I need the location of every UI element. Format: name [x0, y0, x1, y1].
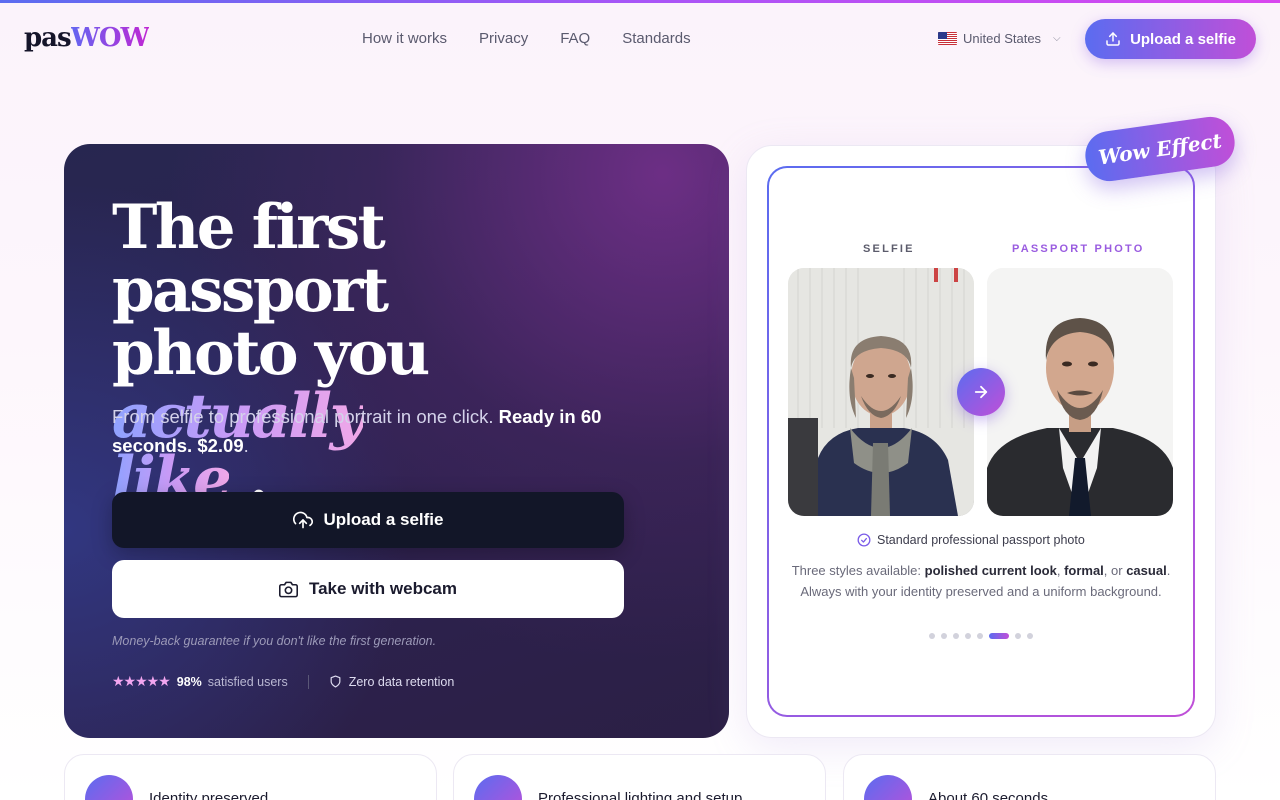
standard-label-row: Standard professional passport photo — [857, 533, 1085, 547]
styles-description: Three styles available: polished current… — [790, 560, 1172, 602]
trust-row: ★★★★★ 98% satisfied users Zero data rete… — [112, 673, 454, 690]
carousel-dot[interactable] — [977, 633, 983, 639]
carousel-dot[interactable] — [1027, 633, 1033, 639]
divider — [307, 674, 309, 689]
us-flag-icon — [938, 32, 957, 45]
carousel-dot[interactable] — [965, 633, 971, 639]
carousel-dots — [929, 633, 1033, 639]
logo[interactable]: pasWOW — [24, 23, 150, 53]
camera-icon — [278, 581, 298, 597]
shield-icon — [329, 675, 342, 688]
nav-standards[interactable]: Standards — [622, 30, 690, 47]
header-upload-label: Upload a selfie — [1130, 30, 1236, 48]
carousel-dot[interactable] — [989, 633, 1009, 639]
arrow-right-icon — [974, 385, 988, 399]
nav-how-it-works[interactable]: How it works — [362, 30, 447, 47]
feature-label-speed: About 60 seconds — [928, 790, 1049, 800]
webcam-button[interactable]: Take with webcam — [112, 560, 624, 618]
desc-part: Three styles available: — [791, 563, 925, 578]
passport-photo-label: PASSPORT PHOTO — [1012, 243, 1145, 255]
hero-title-line2: photo you — [112, 318, 430, 389]
nav-faq[interactable]: FAQ — [560, 30, 590, 47]
desc-style-formal: formal — [1064, 563, 1104, 578]
hero-subtitle-text: From selfie to professional portrait in … — [112, 406, 499, 427]
feature-card-identity: Identity preserved — [64, 754, 437, 800]
zero-retention-label: Zero data retention — [348, 674, 455, 689]
logo-text-pas: pas — [24, 23, 72, 53]
header-upload-button[interactable]: Upload a selfie — [1085, 19, 1256, 59]
carousel-dot[interactable] — [1015, 633, 1021, 639]
desc-part: , or — [1103, 563, 1127, 578]
selfie-illustration — [788, 268, 974, 516]
satisfied-label: satisfied users — [207, 674, 288, 689]
site-header: pasWOW How it works Privacy FAQ Standard… — [0, 3, 1280, 75]
logo-text-wow: WOW — [70, 23, 150, 53]
nav-privacy[interactable]: Privacy — [479, 30, 528, 47]
hero-title: The first passport photo you actually li… — [112, 196, 672, 511]
feature-card-lighting: Professional lighting and setup — [453, 754, 826, 800]
feature-label-lighting: Professional lighting and setup — [538, 790, 743, 800]
passport-illustration — [987, 268, 1173, 516]
lightning-icon — [864, 775, 912, 800]
rating-stars-icon: ★★★★★ — [112, 673, 171, 689]
selfie-label: SELFIE — [863, 243, 915, 255]
carousel-dot[interactable] — [929, 633, 935, 639]
upload-icon — [1106, 32, 1120, 46]
feature-card-speed: About 60 seconds — [843, 754, 1216, 800]
webcam-label: Take with webcam — [308, 579, 457, 598]
guarantee-text: Money-back guarantee if you don't like t… — [112, 634, 437, 648]
chevron-down-icon: ⌵ — [1053, 33, 1061, 44]
hero-upload-label: Upload a selfie — [323, 510, 444, 529]
desc-part: , — [1056, 563, 1065, 578]
hero-card: The first passport photo you actually li… — [64, 144, 729, 738]
main-nav: How it works Privacy FAQ Standards — [362, 30, 691, 47]
passport-photo — [987, 268, 1173, 516]
carousel-dot[interactable] — [953, 633, 959, 639]
standard-label: Standard professional passport photo — [877, 533, 1085, 547]
image-icon — [474, 775, 522, 800]
desc-style-polished: polished current look — [924, 563, 1057, 578]
satisfied-pct: 98% — [176, 674, 202, 689]
hero-title-line1: The first passport — [112, 192, 389, 326]
desc-style-casual: casual — [1126, 563, 1167, 578]
cloud-upload-icon — [292, 511, 313, 529]
hero-subtitle: From selfie to professional portrait in … — [112, 402, 642, 460]
target-icon — [85, 775, 133, 800]
feature-label-identity: Identity preserved — [149, 790, 269, 800]
compare-arrow-button[interactable] — [957, 368, 1005, 416]
check-circle-icon — [857, 533, 871, 547]
selfie-photo — [788, 268, 974, 516]
hero-upload-button[interactable]: Upload a selfie — [112, 492, 624, 548]
country-selector[interactable]: United States ⌵ — [938, 31, 1061, 46]
country-label: United States — [963, 31, 1042, 46]
hero-subtitle-end: . — [243, 435, 249, 456]
carousel-dot[interactable] — [941, 633, 947, 639]
